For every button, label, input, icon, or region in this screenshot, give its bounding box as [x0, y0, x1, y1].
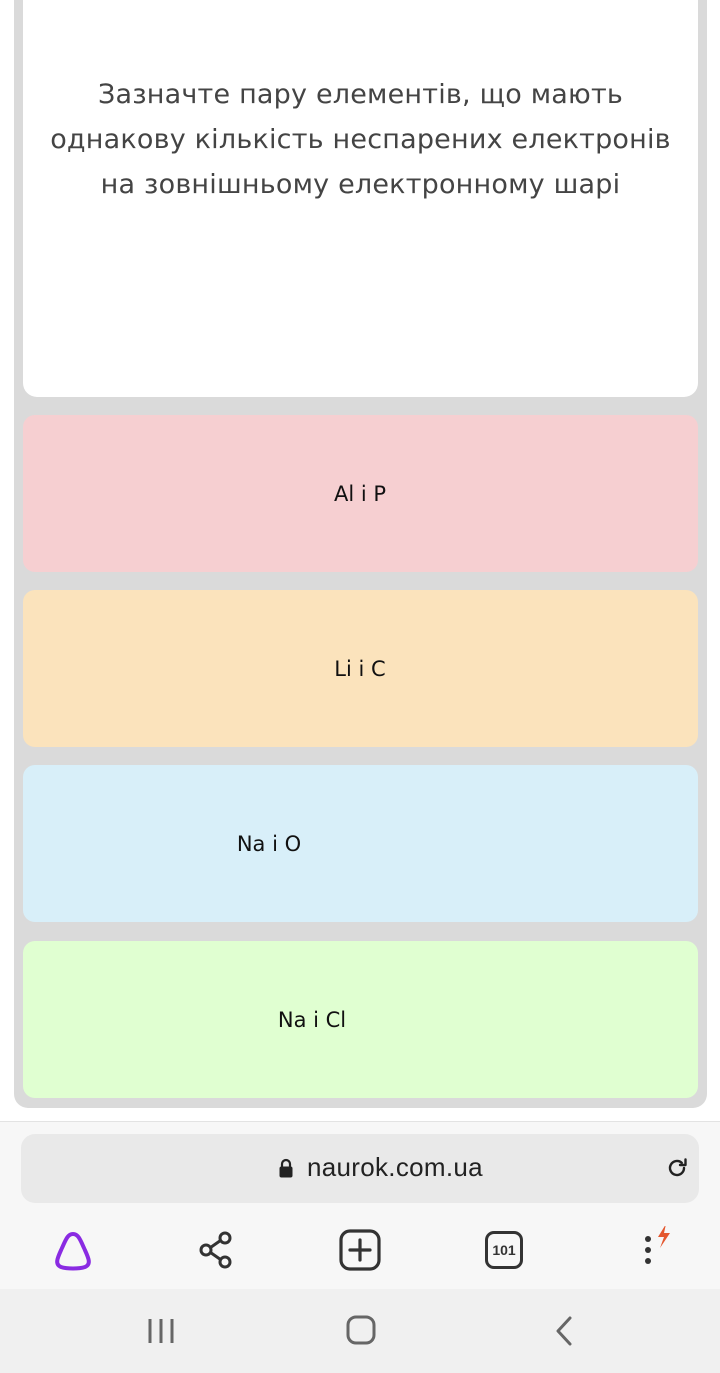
question-text: Зазначте пару елементів, що мають однако…: [31, 72, 691, 397]
answer-option-4[interactable]: Na і Cl: [23, 941, 698, 1098]
menu-icon[interactable]: [624, 1226, 672, 1274]
alice-icon[interactable]: [49, 1226, 97, 1274]
browser-bottom-bar: naurok.com.ua 101: [0, 1121, 720, 1289]
question-line-2: однакову кількість неспарених електронів: [50, 124, 671, 155]
system-nav-bar: [0, 1289, 720, 1373]
answer-option-3[interactable]: Na і O: [23, 765, 698, 922]
answer-option-1[interactable]: Al і P: [23, 415, 698, 572]
share-icon[interactable]: [192, 1226, 240, 1274]
recents-icon[interactable]: [141, 1313, 181, 1349]
answer-label: Na і Cl: [277, 1007, 347, 1032]
back-icon[interactable]: [546, 1313, 586, 1349]
answer-label: Na і O: [236, 831, 302, 856]
lock-icon: [279, 1158, 293, 1178]
address-bar[interactable]: naurok.com.ua: [21, 1134, 699, 1203]
answer-label: Li і C: [334, 656, 386, 681]
reload-icon[interactable]: [665, 1156, 689, 1180]
tabs-icon[interactable]: 101: [480, 1226, 528, 1274]
home-icon[interactable]: [341, 1313, 381, 1349]
question-line-3: на зовнішньому електронному шарі: [100, 169, 621, 200]
url-text: naurok.com.ua: [307, 1152, 483, 1182]
answer-label: Al і P: [333, 481, 387, 506]
question-card: Зазначте пару елементів, що мають однако…: [23, 0, 698, 397]
question-line-1: Зазначте пару елементів, що мають: [97, 79, 624, 110]
answer-option-2[interactable]: Li і C: [23, 590, 698, 747]
new-tab-icon[interactable]: [336, 1226, 384, 1274]
tabs-count: 101: [485, 1231, 523, 1269]
